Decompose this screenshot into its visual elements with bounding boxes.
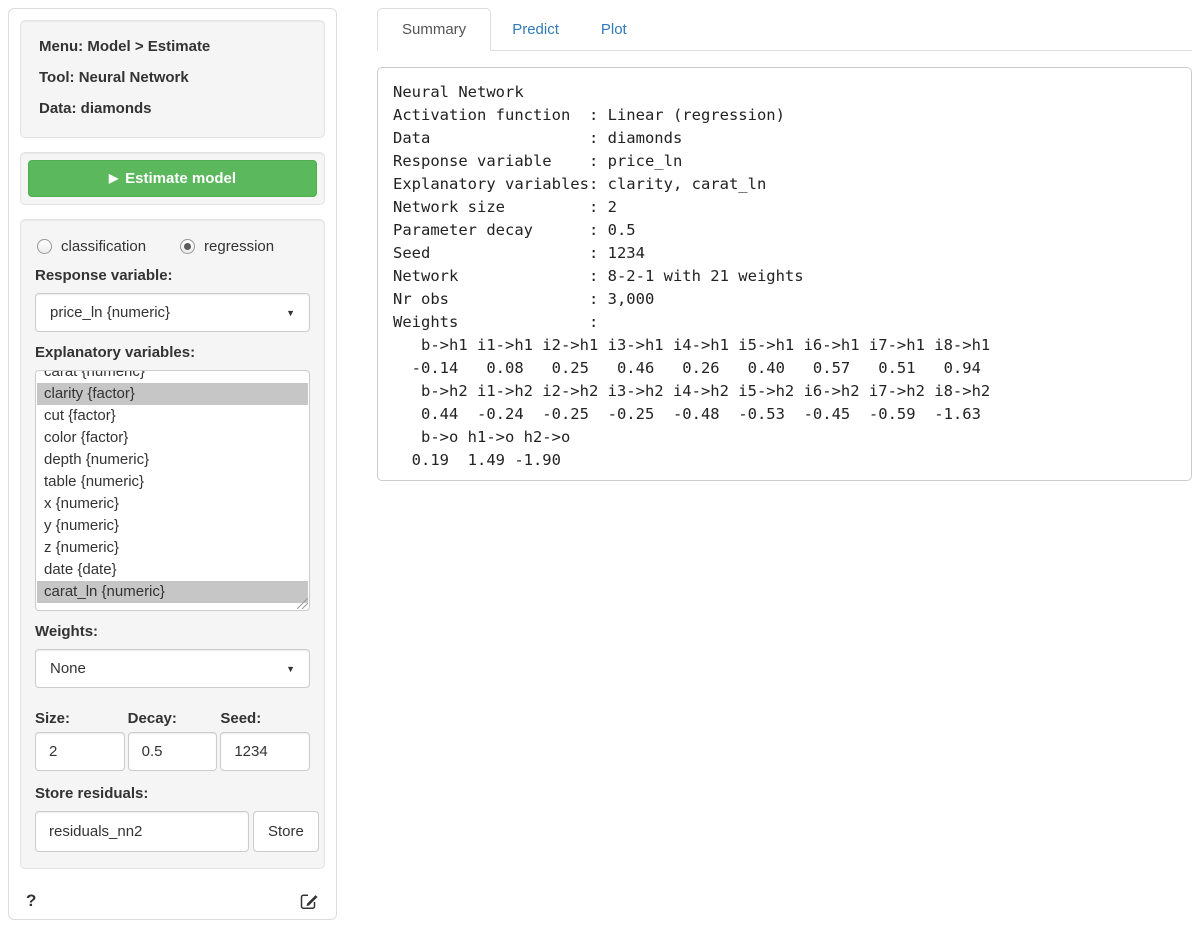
tool-label: Tool: Neural Network xyxy=(39,69,306,86)
weights-value: None xyxy=(50,660,86,677)
menu-breadcrumb: Menu: Model > Estimate xyxy=(39,38,306,55)
variable-option[interactable]: y {numeric} xyxy=(37,515,308,537)
store-residuals-label: Store residuals: xyxy=(35,785,310,802)
radio-classification[interactable]: classification xyxy=(37,238,146,255)
tab-plot[interactable]: Plot xyxy=(580,8,648,51)
radio-regression-label: regression xyxy=(204,238,274,255)
variable-option[interactable]: x {numeric} xyxy=(37,493,308,515)
play-icon: ▶ xyxy=(109,171,118,185)
variable-option[interactable]: carat_ln {numeric} xyxy=(37,581,308,603)
estimate-model-button[interactable]: ▶ Estimate model xyxy=(28,160,317,197)
chevron-down-icon: ▼ xyxy=(286,308,295,318)
store-residuals-row: Store xyxy=(35,811,310,852)
estimate-panel: ▶ Estimate model xyxy=(20,152,325,205)
size-decay-seed-inputs xyxy=(35,732,310,771)
radio-regression[interactable]: regression xyxy=(180,238,274,255)
variable-option[interactable]: clarity {factor} xyxy=(37,383,308,405)
context-panel: Menu: Model > Estimate Tool: Neural Netw… xyxy=(20,20,325,138)
resize-handle-icon[interactable] xyxy=(297,598,308,609)
summary-output: Neural Network Activation function : Lin… xyxy=(393,81,1176,472)
edit-report-icon[interactable] xyxy=(299,891,319,911)
size-input[interactable] xyxy=(35,732,125,771)
tab-bar: Summary Predict Plot xyxy=(377,8,1192,51)
tab-predict[interactable]: Predict xyxy=(491,8,580,51)
size-label: Size: xyxy=(35,710,125,727)
radio-classification-label: classification xyxy=(61,238,146,255)
radio-circle-icon[interactable] xyxy=(37,239,52,254)
seed-input[interactable] xyxy=(220,732,310,771)
variable-option[interactable]: date {date} xyxy=(37,559,308,581)
decay-label: Decay: xyxy=(128,710,218,727)
weights-label: Weights: xyxy=(35,623,310,640)
help-icon[interactable]: ? xyxy=(26,891,36,911)
size-decay-seed-labels: Size: Decay: Seed: xyxy=(35,704,310,730)
explanatory-variables-listbox[interactable]: carat {numeric} clarity {factor} cut {fa… xyxy=(35,370,310,611)
response-variable-label: Response variable: xyxy=(35,267,310,284)
store-button[interactable]: Store xyxy=(253,811,319,852)
sidebar-footer: ? xyxy=(20,889,325,913)
variable-option[interactable]: table {numeric} xyxy=(37,471,308,493)
main-content: Summary Predict Plot Neural Network Acti… xyxy=(377,8,1192,481)
chevron-down-icon: ▼ xyxy=(286,664,295,674)
response-variable-select[interactable]: price_ln {numeric} ▼ xyxy=(35,293,310,332)
radio-circle-icon[interactable] xyxy=(180,239,195,254)
explanatory-variables-label: Explanatory variables: xyxy=(35,344,310,361)
variable-option[interactable]: z {numeric} xyxy=(37,537,308,559)
sidebar: Menu: Model > Estimate Tool: Neural Netw… xyxy=(8,8,337,920)
tab-summary[interactable]: Summary xyxy=(377,8,491,51)
weights-select[interactable]: None ▼ xyxy=(35,649,310,688)
summary-output-panel: Neural Network Activation function : Lin… xyxy=(377,67,1192,481)
variable-option[interactable]: color {factor} xyxy=(37,427,308,449)
variable-option[interactable]: cut {factor} xyxy=(37,405,308,427)
estimate-model-label: Estimate model xyxy=(125,170,236,187)
seed-label: Seed: xyxy=(220,710,310,727)
variable-option[interactable]: depth {numeric} xyxy=(37,449,308,471)
store-residuals-input[interactable] xyxy=(35,811,249,852)
response-variable-value: price_ln {numeric} xyxy=(50,304,170,321)
model-settings-panel: classification regression Response varia… xyxy=(20,219,325,869)
dataset-label: Data: diamonds xyxy=(39,100,306,117)
decay-input[interactable] xyxy=(128,732,218,771)
model-type-radios: classification regression xyxy=(37,238,310,255)
variable-option[interactable]: carat {numeric} xyxy=(37,370,308,383)
